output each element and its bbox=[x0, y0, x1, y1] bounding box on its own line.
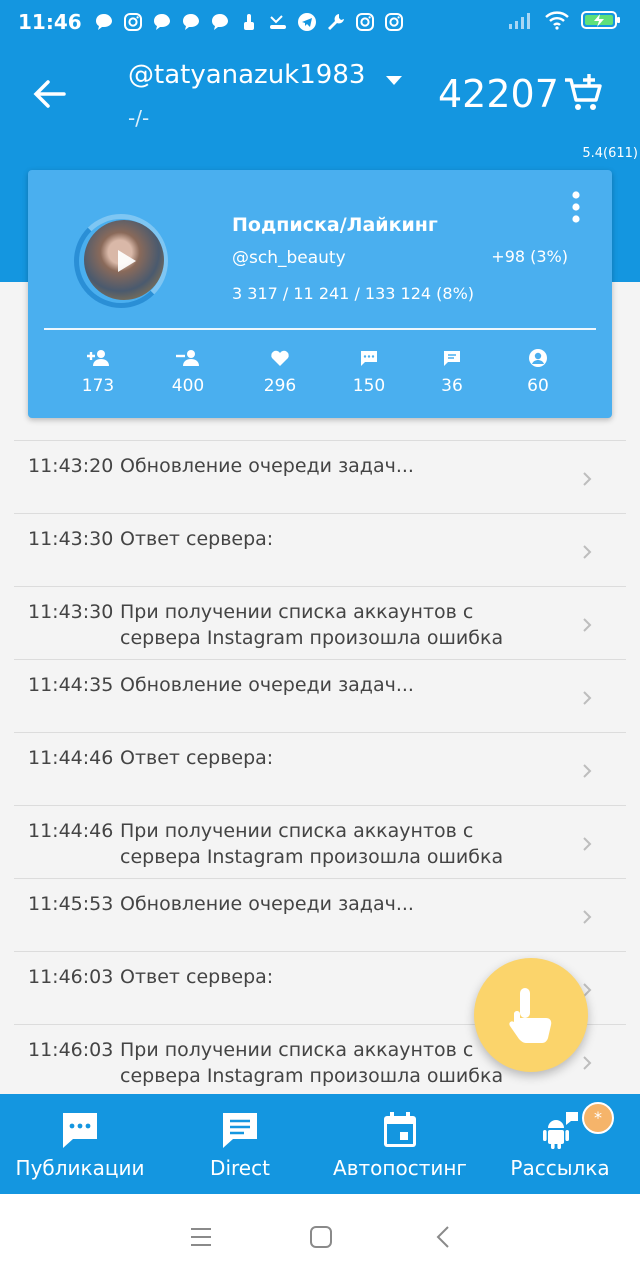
instagram-icon bbox=[355, 12, 375, 32]
chevron-right-icon bbox=[583, 472, 592, 486]
nav-direct[interactable]: Direct bbox=[160, 1094, 320, 1194]
telegram-icon bbox=[297, 12, 317, 32]
log-time: 11:44:35 bbox=[28, 674, 114, 696]
balance-counter: 42207 bbox=[438, 72, 559, 116]
log-time: 11:46:03 bbox=[28, 966, 114, 988]
log-entry[interactable]: 11:44:46 При получении списка аккаунтов … bbox=[14, 805, 626, 878]
log-message: При получении списка аккаунтов с сервера… bbox=[120, 820, 504, 868]
chevron-right-icon bbox=[583, 618, 592, 632]
dropdown-arrow-icon[interactable] bbox=[384, 72, 404, 86]
account-selector[interactable]: @tatyanazuk1983 bbox=[128, 60, 365, 90]
chevron-right-icon bbox=[583, 837, 592, 851]
log-entry[interactable]: 11:43:30 Ответ сервера: bbox=[14, 513, 626, 586]
touch-icon bbox=[239, 12, 259, 32]
follow-icon bbox=[87, 350, 109, 366]
profile-icon bbox=[529, 349, 547, 367]
growth-indicator: +98 (3%) bbox=[491, 247, 568, 266]
heart-icon bbox=[271, 350, 289, 366]
missed-call-icon bbox=[268, 12, 288, 32]
notification-icons bbox=[94, 12, 404, 32]
log-message: Ответ сервера: bbox=[120, 528, 274, 550]
chevron-right-icon bbox=[583, 691, 592, 705]
play-icon[interactable] bbox=[110, 246, 140, 276]
chat-icon bbox=[94, 12, 114, 32]
battery-charging-icon bbox=[580, 9, 622, 35]
app-version: 5.4(611) bbox=[580, 146, 640, 161]
unfollow-counter: 400 bbox=[153, 348, 223, 396]
unfollow-icon bbox=[176, 350, 199, 366]
chevron-right-icon bbox=[583, 910, 592, 924]
account-subtitle: -/- bbox=[128, 106, 150, 130]
task-progress-stats: 3 317 / 11 241 / 133 124 (8%) bbox=[232, 284, 475, 303]
log-message: Обновление очереди задач... bbox=[120, 893, 414, 915]
log-time: 11:44:46 bbox=[28, 747, 114, 769]
nav-autoposting[interactable]: Автопостинг bbox=[320, 1094, 480, 1194]
chat-icon bbox=[181, 12, 201, 32]
hand-tap-icon bbox=[509, 988, 552, 1043]
message-icon bbox=[444, 351, 460, 366]
like-counter: 296 bbox=[245, 348, 315, 396]
wrench-icon bbox=[326, 12, 346, 32]
log-message: Ответ сервера: bbox=[120, 966, 274, 988]
log-time: 11:43:30 bbox=[28, 601, 114, 623]
log-message: Обновление очереди задач... bbox=[120, 455, 414, 477]
nav-mailing[interactable]: Рассылка bbox=[480, 1094, 640, 1194]
bottom-navigation: Публикации Direct Автопостинг Рассылка bbox=[0, 1094, 640, 1194]
profile-visit-counter: 60 bbox=[503, 348, 573, 396]
status-time: 11:46 bbox=[18, 10, 82, 34]
log-time: 11:44:46 bbox=[28, 820, 114, 842]
more-vert-icon[interactable] bbox=[566, 190, 586, 224]
log-message: При получении списка аккаунтов с сервера… bbox=[120, 601, 504, 649]
signal-icon bbox=[508, 10, 534, 34]
direct-icon bbox=[223, 1113, 257, 1148]
nav-publications[interactable]: Публикации bbox=[0, 1094, 160, 1194]
card-divider bbox=[44, 328, 596, 330]
follow-counter: 173 bbox=[63, 348, 133, 396]
chevron-right-icon bbox=[583, 545, 592, 559]
publications-icon bbox=[63, 1113, 97, 1148]
wifi-icon bbox=[544, 10, 570, 34]
system-navigation-bar bbox=[0, 1194, 640, 1280]
home-square-icon[interactable] bbox=[308, 1224, 334, 1250]
chevron-right-icon bbox=[583, 764, 592, 778]
instagram-icon bbox=[123, 12, 143, 32]
log-entry[interactable]: 11:45:53 Обновление очереди задач... bbox=[14, 878, 626, 951]
status-bar: 11:46 bbox=[0, 0, 640, 44]
system-status-icons bbox=[508, 9, 622, 35]
log-message: Ответ сервера: bbox=[120, 747, 274, 769]
message-counter: 36 bbox=[417, 348, 487, 396]
log-entry[interactable]: 11:43:30 При получении списка аккаунтов … bbox=[14, 586, 626, 659]
log-time: 11:43:30 bbox=[28, 528, 114, 550]
menu-icon[interactable] bbox=[188, 1224, 214, 1250]
log-entry[interactable]: 11:44:35 Обновление очереди задач... bbox=[14, 659, 626, 732]
back-arrow-icon[interactable] bbox=[30, 76, 70, 112]
system-back-icon[interactable] bbox=[430, 1224, 456, 1250]
action-fab[interactable] bbox=[474, 958, 588, 1072]
log-entry[interactable]: 11:44:46 Ответ сервера: bbox=[14, 732, 626, 805]
log-time: 11:43:20 bbox=[28, 455, 114, 477]
android-mailing-icon bbox=[543, 1112, 578, 1149]
chevron-right-icon bbox=[583, 1056, 592, 1070]
calendar-icon bbox=[384, 1112, 416, 1147]
notification-badge: * bbox=[582, 1102, 614, 1134]
account-stats-card[interactable]: Подписка/Лайкинг @sch_beauty 3 317 / 11 … bbox=[28, 170, 612, 418]
log-time: 11:46:03 bbox=[28, 1039, 114, 1061]
chat-icon bbox=[210, 12, 230, 32]
log-time: 11:45:53 bbox=[28, 893, 114, 915]
app-bar: @tatyanazuk1983 -/- 42207 bbox=[0, 44, 640, 144]
chat-icon bbox=[152, 12, 172, 32]
task-type-title: Подписка/Лайкинг bbox=[232, 214, 438, 236]
log-message: Обновление очереди задач... bbox=[120, 674, 414, 696]
log-entry[interactable]: 11:43:20 Обновление очереди задач... bbox=[14, 440, 626, 513]
add-to-cart-icon[interactable] bbox=[562, 72, 604, 114]
log-message: При получении списка аккаунтов с сервера… bbox=[120, 1039, 504, 1087]
comment-counter: 150 bbox=[334, 348, 404, 396]
target-account: @sch_beauty bbox=[232, 248, 346, 268]
instagram-icon bbox=[384, 12, 404, 32]
comment-icon bbox=[361, 351, 377, 366]
